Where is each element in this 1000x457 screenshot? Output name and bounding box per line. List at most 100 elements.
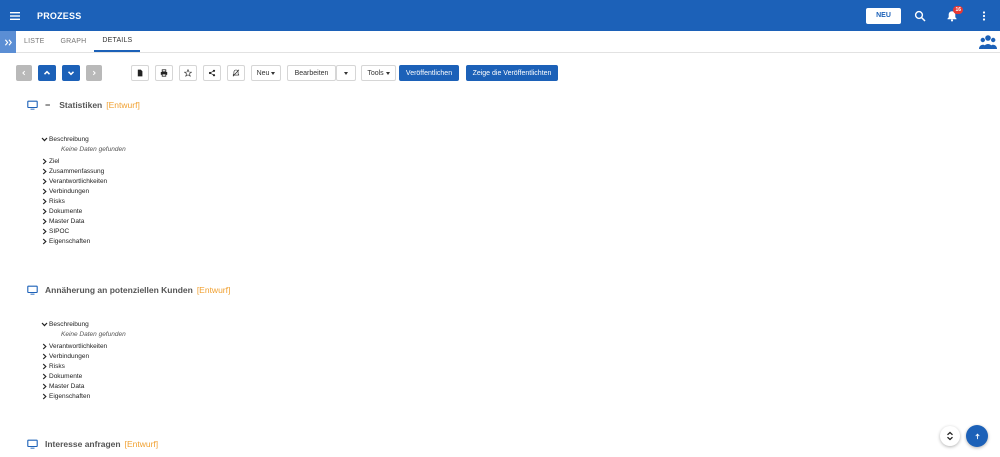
search-button[interactable]	[910, 6, 930, 26]
tab-graph[interactable]: GRAPH	[52, 31, 94, 52]
tree-item-label: Master Data	[49, 382, 85, 390]
show-published-button[interactable]: Zeige die Veröffentlichten	[466, 65, 558, 81]
tree-item-label: Eigenschaften	[49, 392, 91, 400]
tree-item-label: Verantwortlichkeiten	[49, 177, 108, 185]
next-button[interactable]	[86, 65, 102, 81]
scroll-to-top-button[interactable]	[966, 425, 988, 447]
chevron-right-icon	[41, 188, 48, 195]
tree-item[interactable]: Dokumente	[41, 206, 126, 216]
chevron-down-icon	[67, 71, 75, 76]
expand-panel-button[interactable]	[0, 31, 16, 53]
tree-item[interactable]: Risks	[41, 361, 126, 371]
tree-item[interactable]: Risks	[41, 196, 126, 206]
sort-toggle-button[interactable]	[940, 426, 960, 446]
chevron-down-icon	[41, 321, 48, 328]
tree-item[interactable]: Eigenschaften	[41, 236, 126, 246]
top-app-bar: PROZESS NEU 16	[0, 0, 1000, 31]
publish-button[interactable]: Veröffentlichen	[399, 65, 459, 81]
menu-button[interactable]	[0, 0, 30, 31]
chevron-right-icon	[41, 238, 48, 245]
more-button[interactable]	[974, 6, 994, 26]
tree-item-label: Zusammenfassung	[49, 167, 105, 175]
edit-button-label: Bearbeiten	[294, 69, 329, 77]
publish-button-label: Veröffentlichen	[405, 69, 453, 77]
new-dropdown-label: Neu	[256, 69, 270, 77]
share-button[interactable]	[203, 65, 221, 81]
tree-item-label: Verbindungen	[49, 352, 90, 360]
show-published-button-label: Zeige die Veröffentlichten	[472, 69, 552, 77]
edit-dropdown-toggle[interactable]	[336, 65, 356, 81]
tree-item[interactable]: Eigenschaften	[41, 391, 126, 401]
hamburger-icon	[10, 11, 20, 20]
tree-item-label: Dokumente	[49, 372, 83, 380]
tree-item[interactable]: Master Data	[41, 381, 126, 391]
tree-item-label: SIPOC	[49, 227, 70, 235]
details-toolbar: Neu Bearbeiten Tools Veröffentlichen Zei…	[16, 65, 558, 81]
caret-down-icon	[385, 71, 390, 75]
draft-badge: [Entwurf]	[106, 100, 140, 110]
section-title[interactable]: Annäherung an potenziellen Kunden	[45, 285, 193, 295]
notification-badge: 16	[953, 5, 963, 14]
tree-item-label: Verantwortlichkeiten	[49, 342, 108, 350]
empty-state-text: Keine Daten gefunden	[61, 330, 126, 338]
tree-item[interactable]: Verbindungen	[41, 351, 126, 361]
tree-item[interactable]: Verantwortlichkeiten	[41, 176, 126, 186]
tree-item-expanded[interactable]: Beschreibung	[41, 319, 126, 329]
tree-item[interactable]: Verantwortlichkeiten	[41, 341, 126, 351]
arrow-up-icon	[974, 432, 980, 439]
tools-dropdown[interactable]: Tools	[361, 65, 396, 81]
chevron-right-icon	[41, 383, 48, 390]
tree-item-expanded[interactable]: Beschreibung	[41, 134, 126, 144]
document-icon	[137, 69, 143, 77]
tree-item[interactable]: Dokumente	[41, 371, 126, 381]
chevron-right-icon	[41, 208, 48, 215]
section-title[interactable]: Interesse anfragen	[45, 439, 121, 449]
tree-item[interactable]: Ziel	[41, 156, 126, 166]
chevron-right-icon	[41, 168, 48, 175]
tree-item-label: Risks	[49, 362, 65, 370]
chevron-left-icon	[22, 70, 26, 76]
section-title[interactable]: Statistiken	[59, 100, 102, 110]
new-dropdown[interactable]: Neu	[251, 65, 281, 81]
draft-badge: [Entwurf]	[196, 285, 231, 295]
new-button[interactable]: NEU	[866, 7, 901, 24]
tree-item[interactable]: Master Data	[41, 216, 126, 226]
empty-state-text: Keine Daten gefunden	[61, 145, 126, 153]
print-button[interactable]	[155, 65, 173, 81]
chevron-right-icon	[41, 198, 48, 205]
tree-item-label: Beschreibung	[49, 135, 89, 143]
document-button[interactable]	[131, 65, 149, 81]
tree-item-label: Verbindungen	[49, 187, 90, 195]
star-icon	[184, 69, 192, 77]
group-icon[interactable]	[979, 33, 997, 51]
move-down-button[interactable]	[62, 65, 80, 81]
favorite-button[interactable]	[179, 65, 197, 81]
chevron-right-icon	[41, 363, 48, 370]
section-header: Interesse anfragen [Entwurf]	[27, 438, 158, 450]
tab-details[interactable]: DETAILS	[94, 31, 141, 52]
collapse-toggle[interactable]: −	[45, 100, 50, 110]
chevron-right-icon	[41, 373, 48, 380]
tree-item-label: Beschreibung	[49, 320, 89, 328]
tab-bar: LISTE GRAPH DETAILS	[0, 31, 1000, 53]
notifications-button[interactable]: 16	[942, 5, 963, 26]
tree-item[interactable]: SIPOC	[41, 226, 126, 236]
chevron-down-icon	[41, 136, 48, 143]
move-up-button[interactable]	[38, 65, 56, 81]
chevron-right-icon	[41, 393, 48, 400]
edit-button[interactable]: Bearbeiten	[287, 65, 336, 81]
chevron-right-icon	[41, 218, 48, 225]
double-chevron-right-icon	[4, 38, 12, 46]
tree-item-label: Risks	[49, 197, 65, 205]
share-icon	[208, 69, 216, 77]
tree-item[interactable]: Zusammenfassung	[41, 166, 126, 176]
monitor-icon	[27, 100, 38, 110]
prev-button[interactable]	[16, 65, 32, 81]
section-header: − Statistiken [Entwurf]	[27, 99, 140, 111]
bell-off-icon	[232, 69, 240, 77]
chevron-right-icon	[41, 353, 48, 360]
tab-liste[interactable]: LISTE	[16, 31, 52, 52]
unfollow-button[interactable]	[227, 65, 245, 81]
chevron-right-icon	[41, 178, 48, 185]
tree-item[interactable]: Verbindungen	[41, 186, 126, 196]
